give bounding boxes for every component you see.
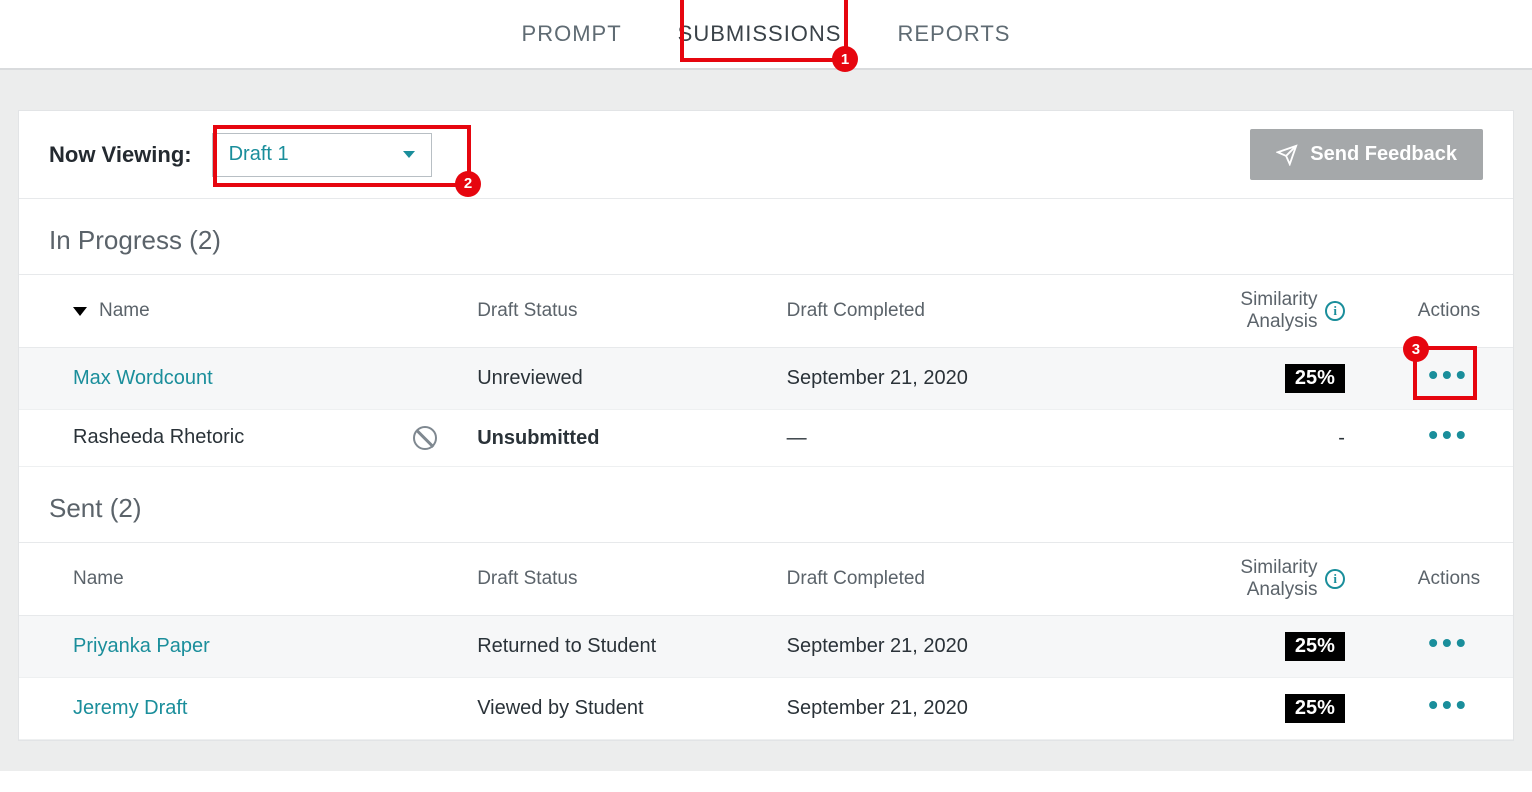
annotation-badge-2: 2: [455, 171, 481, 197]
similarity-badge[interactable]: 25%: [1285, 364, 1345, 393]
col-header-status-label: Draft Status: [477, 568, 577, 590]
info-icon[interactable]: i: [1325, 569, 1344, 589]
sent-body: Priyanka Paper Returned to Student Septemb…: [19, 616, 1513, 740]
in-progress-table: Name Draft Status Draft Completed Simila…: [19, 274, 1513, 467]
tab-reports[interactable]: REPORTS: [893, 13, 1014, 55]
card-header: Now Viewing: Draft 1 2 Send Feedback: [19, 111, 1513, 199]
col-header-status[interactable]: Draft Status: [467, 275, 776, 348]
col-header-similarity-label: Similarity Analysis: [1171, 289, 1318, 333]
in-progress-body: Max Wordcount Unreviewed September 21, 202…: [19, 348, 1513, 467]
student-name-link[interactable]: Max Wordcount: [73, 367, 213, 389]
col-header-similarity[interactable]: Similarity Analysis i: [1161, 543, 1385, 616]
draft-status: Viewed by Student: [477, 697, 643, 719]
row-actions-menu[interactable]: •••: [1428, 419, 1469, 450]
similarity-badge[interactable]: 25%: [1285, 694, 1345, 723]
col-header-actions: Actions: [1385, 543, 1513, 616]
draft-select[interactable]: Draft 1: [212, 133, 432, 177]
draft-completed: September 21, 2020: [787, 367, 968, 389]
sort-desc-icon: [73, 307, 87, 316]
col-header-similarity[interactable]: Similarity Analysis i: [1161, 275, 1385, 348]
col-header-completed[interactable]: Draft Completed: [777, 275, 1161, 348]
col-header-name-label: Name: [99, 300, 150, 322]
send-feedback-button[interactable]: Send Feedback: [1250, 129, 1483, 180]
col-header-completed-label: Draft Completed: [787, 568, 925, 590]
col-header-actions: Actions: [1385, 275, 1513, 348]
section-title-in-progress: In Progress (2): [19, 199, 1513, 274]
col-header-completed[interactable]: Draft Completed: [777, 543, 1161, 616]
col-header-similarity-label: Similarity Analysis: [1171, 557, 1318, 601]
paper-plane-icon: [1276, 144, 1298, 166]
now-viewing-group: Now Viewing: Draft 1 2: [49, 133, 432, 177]
unsubmitted-icon: [413, 426, 437, 450]
col-header-completed-label: Draft Completed: [787, 300, 925, 322]
draft-status: Unreviewed: [477, 367, 583, 389]
student-name: Rasheeda Rhetoric: [73, 426, 244, 448]
section-title-sent: Sent (2): [19, 467, 1513, 542]
table-row: Priyanka Paper Returned to Student Septemb…: [19, 616, 1513, 678]
tab-prompt[interactable]: PROMPT: [518, 13, 626, 55]
col-header-name[interactable]: Name: [19, 543, 467, 616]
table-row: Max Wordcount Unreviewed September 21, 202…: [19, 348, 1513, 410]
col-header-status[interactable]: Draft Status: [467, 543, 776, 616]
col-header-name[interactable]: Name: [19, 275, 467, 348]
draft-select-value: Draft 1: [229, 143, 289, 166]
send-feedback-label: Send Feedback: [1310, 143, 1457, 166]
draft-completed: September 21, 2020: [787, 697, 968, 719]
col-header-actions-label: Actions: [1418, 568, 1480, 590]
sent-table: Name Draft Status Draft Completed Simila…: [19, 542, 1513, 740]
row-actions-menu[interactable]: •••: [1428, 627, 1469, 658]
top-tabs: PROMPT SUBMISSIONS REPORTS 1: [0, 0, 1532, 70]
similarity-badge[interactable]: 25%: [1285, 632, 1345, 661]
student-name-link[interactable]: Priyanka Paper: [73, 635, 210, 657]
info-icon[interactable]: i: [1325, 301, 1344, 321]
content-area: Now Viewing: Draft 1 2 Send Feedback In …: [0, 70, 1532, 771]
similarity-none: -: [1338, 427, 1345, 449]
now-viewing-label: Now Viewing:: [49, 142, 192, 168]
draft-status: Unsubmitted: [477, 427, 599, 449]
table-row: Rasheeda Rhetoric Unsubmitted — - •••: [19, 410, 1513, 467]
submissions-card: Now Viewing: Draft 1 2 Send Feedback In …: [18, 110, 1514, 741]
tab-submissions[interactable]: SUBMISSIONS: [674, 13, 846, 55]
student-name-link[interactable]: Jeremy Draft: [73, 697, 187, 719]
row-actions-menu[interactable]: •••: [1428, 359, 1469, 390]
col-header-status-label: Draft Status: [477, 300, 577, 322]
chevron-down-icon: [403, 151, 415, 158]
table-row: Jeremy Draft Viewed by Student September 2…: [19, 678, 1513, 740]
col-header-name-label: Name: [73, 568, 124, 590]
draft-completed: —: [787, 427, 807, 449]
draft-completed: September 21, 2020: [787, 635, 968, 657]
col-header-actions-label: Actions: [1418, 300, 1480, 322]
row-actions-menu[interactable]: •••: [1428, 689, 1469, 720]
draft-status: Returned to Student: [477, 635, 656, 657]
